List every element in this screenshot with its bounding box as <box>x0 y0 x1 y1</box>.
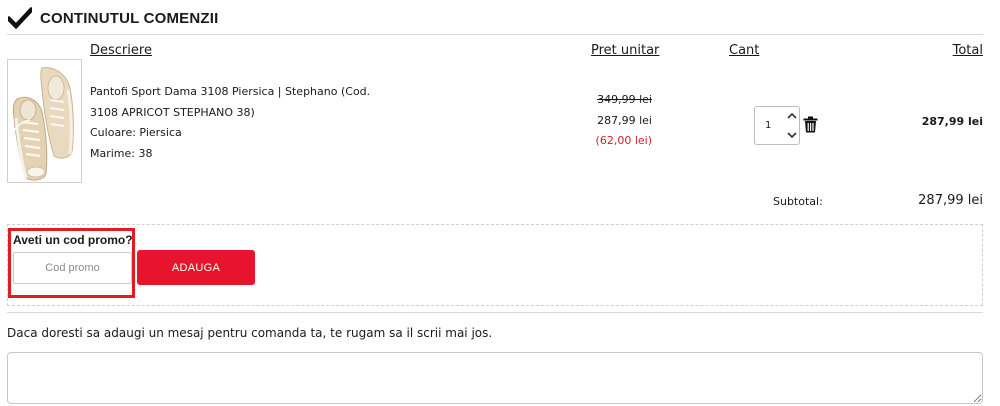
chevron-down-icon[interactable] <box>787 130 797 140</box>
divider <box>7 312 983 313</box>
product-name[interactable]: Pantofi Sport Dama 3108 Piersica | Steph… <box>90 82 380 123</box>
subtotal-value: 287,99 lei <box>918 193 983 208</box>
trash-icon[interactable] <box>803 116 818 133</box>
column-header-unit-price[interactable]: Pret unitar <box>591 43 659 58</box>
column-header-quantity[interactable]: Cant <box>729 43 759 58</box>
subtotal-label: Subtotal: <box>773 195 823 208</box>
promo-label: Aveti un cod promo? <box>13 233 133 247</box>
column-header-total[interactable]: Total <box>953 43 983 58</box>
message-prompt: Daca doresti sa adaugi un mesaj pentru c… <box>7 326 493 340</box>
column-header-description[interactable]: Descriere <box>90 43 152 58</box>
product-image[interactable] <box>7 59 82 183</box>
product-color: Culoare: Piersica <box>90 126 182 139</box>
price-discount: (62,00 lei) <box>595 134 652 147</box>
quantity-arrows <box>785 107 799 144</box>
order-message-textarea[interactable] <box>7 352 983 404</box>
chevron-up-icon[interactable] <box>787 111 797 121</box>
checkmark-icon <box>8 7 32 29</box>
price-current: 287,99 lei <box>597 114 652 127</box>
sneaker-image <box>12 67 74 181</box>
promo-code-input[interactable] <box>13 252 132 284</box>
add-promo-button[interactable]: ADAUGA <box>137 250 255 285</box>
line-total: 287,99 lei <box>921 115 983 128</box>
section-header: CONTINUTUL COMENZII <box>8 6 219 30</box>
quantity-value[interactable]: 1 <box>765 120 783 131</box>
divider <box>7 34 983 35</box>
section-title: CONTINUTUL COMENZII <box>40 9 219 27</box>
product-size: Marime: 38 <box>90 146 153 160</box>
quantity-stepper[interactable]: 1 <box>754 106 800 145</box>
price-old: 349,99 lei <box>597 93 652 106</box>
product-info: Pantofi Sport Dama 3108 Piersica | Steph… <box>90 82 380 164</box>
